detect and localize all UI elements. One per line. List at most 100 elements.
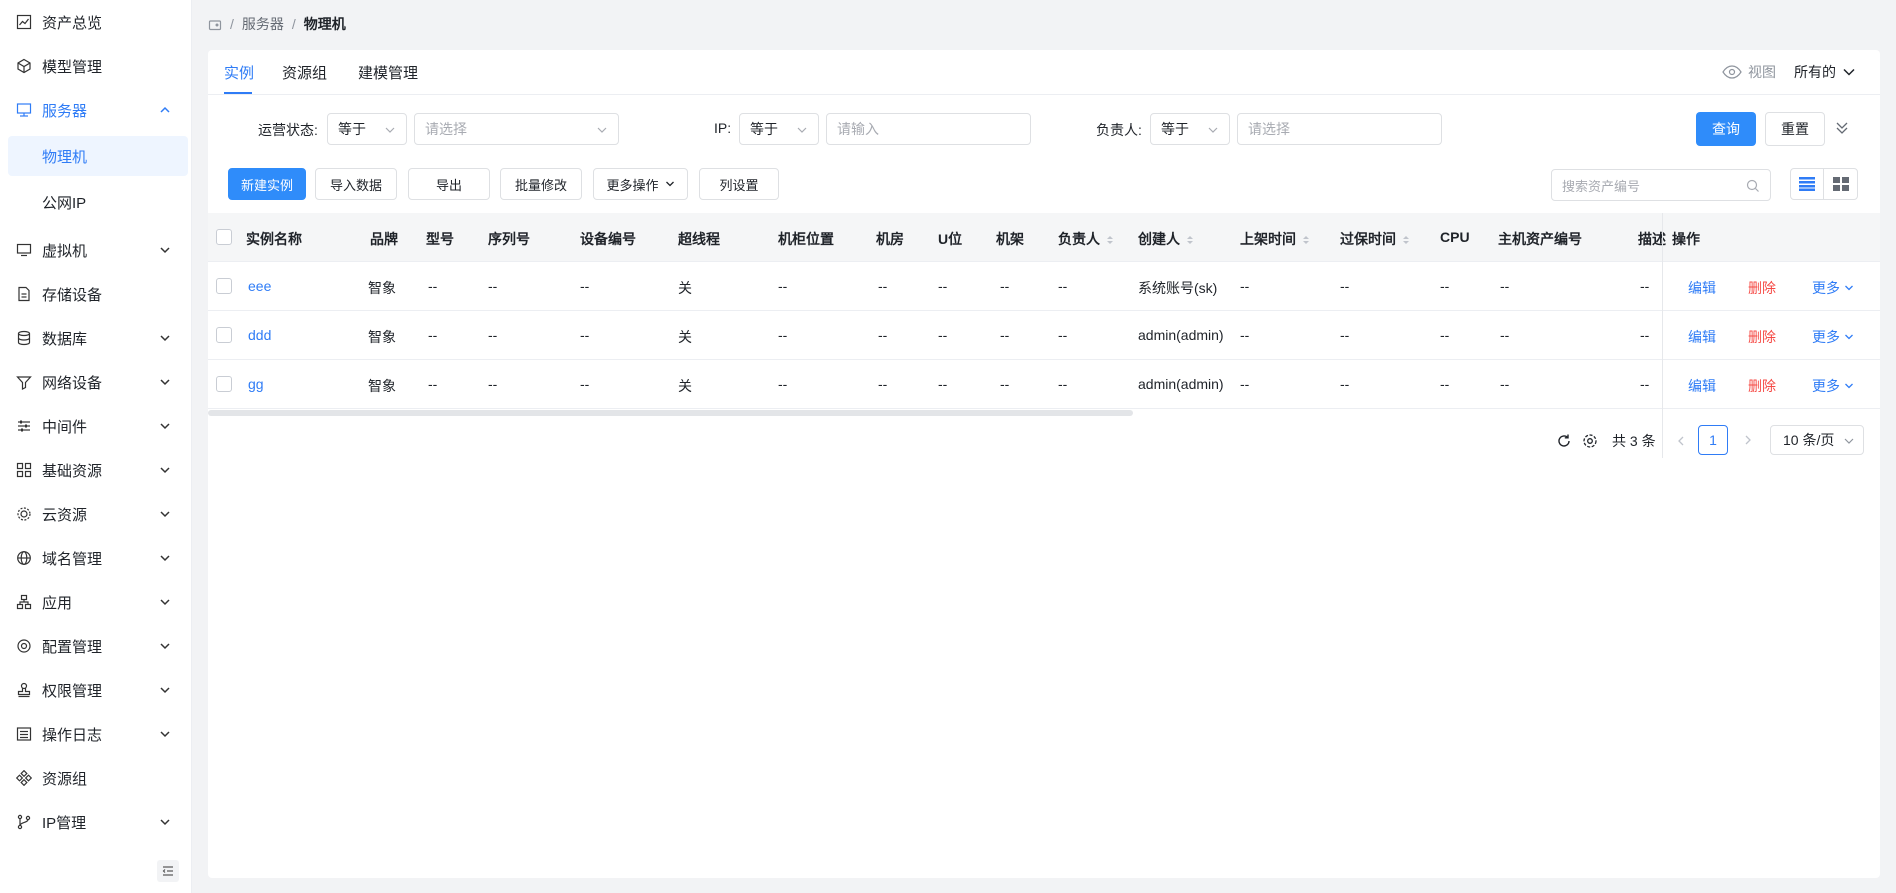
sidebar-item-config[interactable]: 配置管理 xyxy=(0,626,192,666)
row-checkbox[interactable] xyxy=(216,327,232,343)
delete-link[interactable]: 删除 xyxy=(1748,327,1776,347)
sidebar-item-label: 虚拟机 xyxy=(42,242,88,260)
sidebar-subitem-physical[interactable]: 物理机 xyxy=(8,136,188,176)
funnel-icon xyxy=(16,374,32,390)
sidebar-item-storage[interactable]: 存储设备 xyxy=(0,274,192,314)
more-actions-dropdown[interactable]: 更多操作 xyxy=(593,168,688,200)
owner-value-select[interactable]: 请选择 xyxy=(1237,113,1442,145)
sidebar-item-basic-resources[interactable]: 基础资源 xyxy=(0,450,192,490)
import-button[interactable]: 导入数据 xyxy=(315,168,397,200)
sidebar-item-permissions[interactable]: 权限管理 xyxy=(0,670,192,710)
chevron-down-icon xyxy=(160,511,170,518)
status-value-select[interactable]: 请选择 xyxy=(414,113,619,145)
scope-dropdown[interactable]: 所有的 xyxy=(1794,62,1856,82)
column-header-creator[interactable]: 创建人 xyxy=(1138,229,1194,249)
query-button[interactable]: 查询 xyxy=(1696,112,1756,146)
card-view-button[interactable] xyxy=(1824,169,1857,199)
ip-operator-select[interactable]: 等于 xyxy=(739,113,819,145)
column-header-owner[interactable]: 负责人 xyxy=(1058,229,1114,249)
column-settings-button[interactable]: 列设置 xyxy=(699,168,779,200)
sidebar-item-domain[interactable]: 域名管理 xyxy=(0,538,192,578)
refresh-icon[interactable] xyxy=(1556,433,1572,449)
database-icon xyxy=(16,330,32,346)
settings-icon[interactable] xyxy=(1582,433,1598,449)
breadcrumb-servers[interactable]: 服务器 xyxy=(242,14,284,34)
ip-operator-value: 等于 xyxy=(750,121,778,137)
column-header[interactable]: 实例名称 xyxy=(246,229,302,249)
delete-link[interactable]: 删除 xyxy=(1748,376,1776,396)
chevron-right-icon[interactable] xyxy=(1743,434,1753,446)
search-icon xyxy=(1746,179,1759,192)
cell: 系统账号(sk) xyxy=(1138,280,1218,296)
tab-instances[interactable]: 实例 xyxy=(224,62,254,83)
column-header-shelf-time[interactable]: 上架时间 xyxy=(1240,229,1310,249)
column-header[interactable]: 超线程 xyxy=(678,229,720,249)
sidebar-item-network[interactable]: 网络设备 xyxy=(0,362,192,402)
column-header-warranty[interactable]: 过保时间 xyxy=(1340,229,1410,249)
sidebar-item-apps[interactable]: 应用 xyxy=(0,582,192,622)
desktop-icon xyxy=(16,242,32,258)
batch-edit-button[interactable]: 批量修改 xyxy=(500,168,582,200)
row-checkbox[interactable] xyxy=(216,278,232,294)
owner-operator-select[interactable]: 等于 xyxy=(1150,113,1230,145)
column-header[interactable]: U位 xyxy=(938,229,962,249)
edit-link[interactable]: 编辑 xyxy=(1688,376,1716,396)
edit-link[interactable]: 编辑 xyxy=(1688,278,1716,298)
more-actions-link[interactable]: 更多 xyxy=(1812,327,1854,347)
status-operator-select[interactable]: 等于 xyxy=(327,113,407,145)
chevron-left-icon[interactable] xyxy=(1676,435,1686,447)
row-checkbox[interactable] xyxy=(216,376,232,392)
cell: 智象 xyxy=(368,329,396,345)
sidebar-item-overview[interactable]: 资产总览 xyxy=(0,2,192,42)
instance-name-link[interactable]: ddd xyxy=(248,327,271,343)
table-row: ddd 智象 -- -- -- 关 -- -- -- -- -- admin(a… xyxy=(208,311,1880,360)
asset-search-input[interactable]: 搜索资产编号 xyxy=(1551,169,1771,201)
sliders-icon xyxy=(16,418,32,434)
sidebar-item-cloud[interactable]: 云资源 xyxy=(0,494,192,534)
page-1-button[interactable]: 1 xyxy=(1698,425,1728,455)
export-button[interactable]: 导出 xyxy=(408,168,490,200)
more-actions-link[interactable]: 更多 xyxy=(1812,376,1854,396)
delete-link[interactable]: 删除 xyxy=(1748,278,1776,298)
sidebar-item-middleware[interactable]: 中间件 xyxy=(0,406,192,446)
page-size-select[interactable]: 10 条/页 xyxy=(1770,425,1864,455)
status-value-placeholder: 请选择 xyxy=(425,121,467,137)
more-actions-link[interactable]: 更多 xyxy=(1812,278,1854,298)
column-header[interactable]: 序列号 xyxy=(488,229,530,249)
sidebar-item-vm[interactable]: 虚拟机 xyxy=(0,230,192,270)
list-view-button[interactable] xyxy=(1791,169,1825,199)
sidebar-item-database[interactable]: 数据库 xyxy=(0,318,192,358)
sidebar-item-ip[interactable]: IP管理 xyxy=(0,802,192,842)
reset-button[interactable]: 重置 xyxy=(1765,112,1825,146)
home-icon[interactable] xyxy=(208,17,222,31)
double-chevron-down-icon[interactable] xyxy=(1834,120,1850,136)
cell: admin(admin) xyxy=(1138,376,1224,392)
edit-link[interactable]: 编辑 xyxy=(1688,327,1716,347)
column-header[interactable]: CPU xyxy=(1440,229,1470,245)
tab-resource-group[interactable]: 资源组 xyxy=(282,62,327,83)
total-count: 共 3 条 xyxy=(1612,433,1656,449)
ip-input[interactable]: 请输入 xyxy=(826,113,1031,145)
column-header[interactable]: 型号 xyxy=(426,229,454,249)
column-header[interactable]: 设备编号 xyxy=(580,229,636,249)
horizontal-scrollbar[interactable] xyxy=(208,410,1133,416)
column-header[interactable]: 机柜位置 xyxy=(778,229,834,249)
instance-name-link[interactable]: gg xyxy=(248,376,264,392)
column-header-label: 负责人 xyxy=(1058,231,1100,247)
instance-name-link[interactable]: eee xyxy=(248,278,271,294)
sidebar-subitem-public-ip[interactable]: 公网IP xyxy=(8,182,188,222)
create-instance-button[interactable]: 新建实例 xyxy=(228,168,306,200)
column-header[interactable]: 品牌 xyxy=(370,229,398,249)
sidebar-item-resource-group[interactable]: 资源组 xyxy=(0,758,192,798)
table-row: eee 智象 -- -- -- 关 -- -- -- -- -- 系统账号(sk… xyxy=(208,262,1880,311)
select-all-checkbox[interactable] xyxy=(216,229,232,245)
column-header[interactable]: 主机资产编号 xyxy=(1498,229,1582,249)
column-header[interactable]: 机房 xyxy=(876,229,904,249)
sidebar-item-model[interactable]: 模型管理 xyxy=(0,46,192,86)
sidebar-item-servers[interactable]: 服务器 xyxy=(0,90,192,130)
view-button[interactable]: 视图 xyxy=(1722,62,1776,82)
column-header[interactable]: 机架 xyxy=(996,229,1024,249)
tab-modeling[interactable]: 建模管理 xyxy=(358,62,418,83)
sidebar-item-logs[interactable]: 操作日志 xyxy=(0,714,192,754)
sidebar-collapse-button[interactable] xyxy=(157,860,179,882)
